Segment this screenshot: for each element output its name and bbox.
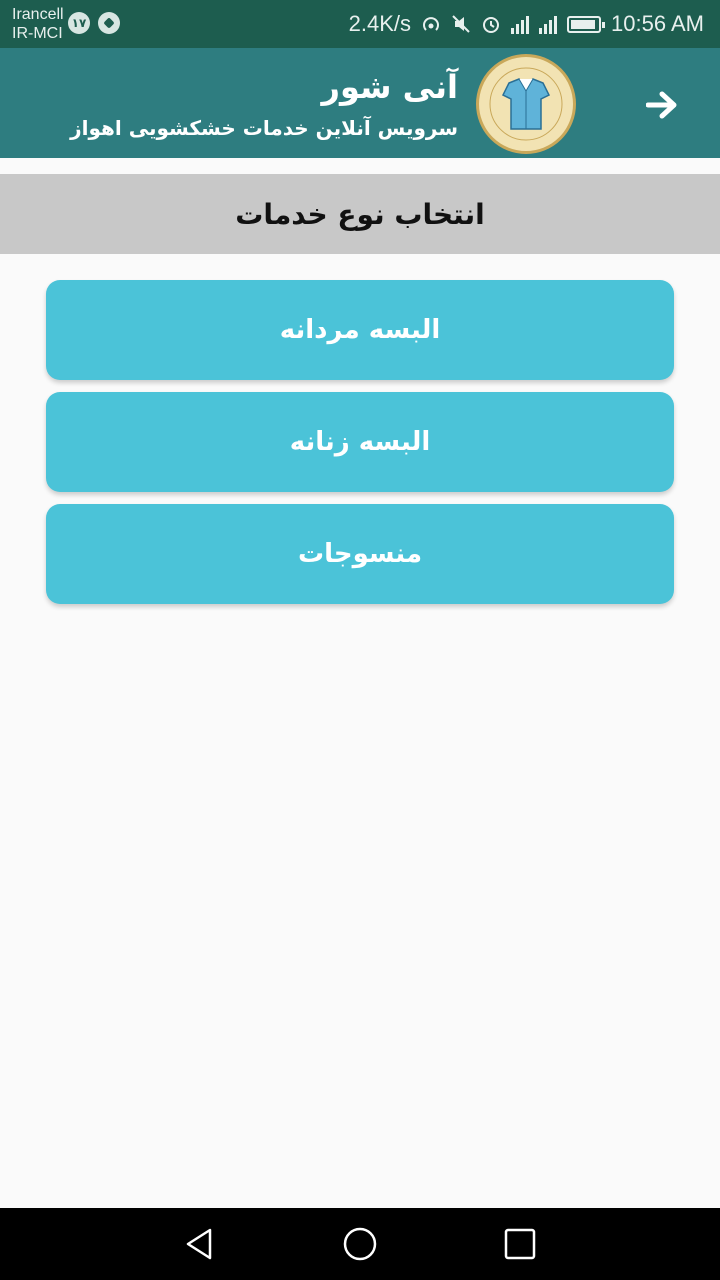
nav-home-button[interactable] — [340, 1224, 380, 1264]
back-arrow-button[interactable] — [642, 84, 684, 126]
section-header: انتخاب نوع خدمات — [0, 174, 720, 254]
mute-icon — [451, 14, 471, 34]
shirt-logo-icon — [482, 60, 570, 148]
carrier-1: Irancell — [12, 6, 64, 23]
app-subtitle: سرویس آنلاین خدمات خشکشویی اهواز — [70, 116, 458, 140]
square-recents-icon — [504, 1228, 536, 1260]
triangle-back-icon — [186, 1228, 212, 1260]
system-nav-bar — [0, 1208, 720, 1280]
clock: 10:56 AM — [611, 11, 704, 36]
status-indicators: 2.4K/s 10:56 AM — [349, 10, 704, 38]
nav-back-button[interactable] — [180, 1224, 220, 1264]
battery-icon — [567, 15, 606, 33]
circle-home-icon — [343, 1227, 377, 1261]
alarm-icon — [481, 14, 501, 34]
signal-2g-icon — [539, 14, 558, 34]
app-title: آنی شور — [321, 68, 458, 106]
nav-recents-button[interactable] — [500, 1224, 540, 1264]
app-logo — [476, 54, 576, 154]
carrier-info: Irancell IR-MCI — [12, 5, 64, 43]
hotspot-icon — [421, 14, 441, 34]
option-mens-clothing-button[interactable]: البسه مردانه — [46, 280, 674, 380]
arrow-right-icon — [646, 91, 677, 119]
section-title: انتخاب نوع خدمات — [235, 197, 485, 231]
carrier-2: IR-MCI — [12, 25, 63, 42]
status-bar: Irancell IR-MCI ۱۷ 2.4K/s 10:56 AM — [0, 0, 720, 48]
soccer-ball-icon — [98, 12, 120, 34]
notification-badge-icon: ۱۷ — [68, 12, 90, 34]
network-speed: 2.4K/s — [348, 11, 412, 36]
option-textiles-button[interactable]: منسوجات — [46, 504, 674, 604]
option-womens-clothing-button[interactable]: البسه زنانه — [46, 392, 674, 492]
signal-4g-icon — [511, 14, 530, 34]
